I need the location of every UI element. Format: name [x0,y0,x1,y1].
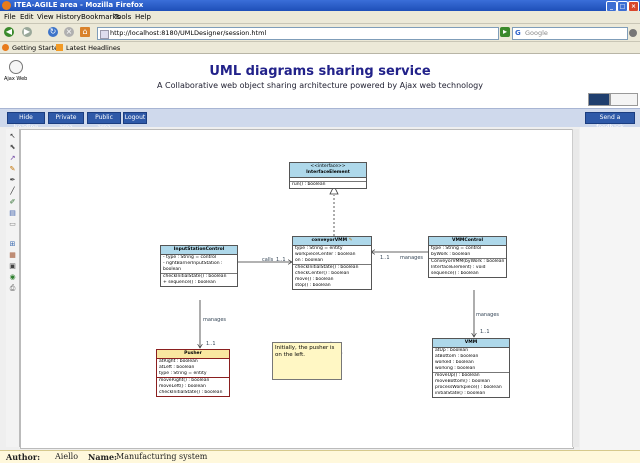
search-input[interactable]: G Google [512,27,628,40]
author-label: Author: [6,452,41,462]
class-vmm-control[interactable]: VMMControl type : String = control byWor… [428,236,507,278]
author-value: Aiello [55,452,79,461]
hide-heading-button[interactable]: Hide heading [7,112,45,131]
private-area-button[interactable]: Private area [48,112,84,131]
attribute-section: atRight : boolean atLeft : boolean type … [157,359,229,378]
stop-icon[interactable]: × [64,27,74,37]
name-value: Manufacturing system [116,452,208,461]
bookmarks-bar: Getting Started Latest Headlines [0,42,640,54]
operation-section: moveRight() : boolean moveLeft() : boole… [159,378,223,395]
send-feedback-button[interactable]: Send a feedback [585,112,635,131]
class-header: VMMControl [429,237,506,246]
right-margin [580,127,640,450]
menu-history[interactable]: History [56,13,81,21]
manages-label-pusher: manages [203,317,227,323]
logout-button[interactable]: Logout [123,112,147,124]
note-tool-icon[interactable]: ▭ [8,220,17,229]
menu-edit[interactable]: Edit [20,13,34,21]
url-bar[interactable]: http://localhost:8180/UMLDesigner/sessio… [97,27,499,40]
rss-icon [56,44,63,51]
search-submit-icon[interactable] [629,29,637,37]
class-header: InputStationControl [161,246,237,255]
google-icon: G [515,29,521,37]
pen-tool-icon[interactable]: ✒ [8,176,17,185]
calls-multiplicity: 1..1 [276,257,286,263]
public-area-button[interactable]: Public area [87,112,121,131]
operation-section: run() : boolean [292,182,326,187]
manages-multiplicity-pusher: 1..1 [206,341,216,347]
window-title: ITEA-AGILE area - Mozilla Firefox [14,1,144,9]
manages-multiplicity-vmm: 1..1 [480,329,490,335]
chart-tool-icon[interactable]: ▦ [8,251,17,260]
manages-multiplicity-conveyor: 1..1 [380,255,390,261]
operation-section: moveUp() : boolean moveBottom() : boolea… [435,373,502,396]
class-pusher[interactable]: Pusher atRight : boolean atLeft : boolea… [156,349,230,397]
navigation-toolbar: ◀ ▶ ↻ × ⌂ http://localhost:8180/UMLDesig… [0,24,640,42]
forward-icon[interactable]: ▶ [22,27,32,37]
url-text: http://localhost:8180/UMLDesigner/sessio… [110,29,267,37]
operation-section: checkInitialState() : boolean + sequence… [163,274,227,285]
name-label: Name: [88,452,118,462]
firefox-icon [2,1,11,10]
edit-icon[interactable]: ✎ [349,238,353,243]
pointer-tool-icon[interactable]: ⬉ [8,143,17,152]
class-interface-element[interactable]: <<interface>> InterfaceElement run() : b… [289,162,367,189]
sync-tool-icon[interactable]: ◉ [8,273,17,282]
page-icon [100,30,109,39]
manages-label-conveyor: manages [400,255,424,261]
print-tool-icon[interactable]: ⎙ [8,284,17,293]
getting-started-icon [2,44,9,51]
page-footer: Author: Aiello Name: Manufacturing syste… [0,450,640,463]
class-tool-icon[interactable]: ▤ [8,209,17,218]
page-subtitle: A Collaborative web object sharing archi… [157,81,483,90]
line-tool-icon[interactable]: ╱ [8,187,17,196]
menu-help[interactable]: Help [135,13,151,21]
attribute-section: type : String = control byWork : boolean [429,246,506,259]
partner-logo-right [610,93,638,106]
arrow-tool-icon[interactable]: ↗ [8,154,17,163]
partner-logo-left [588,93,610,106]
class-header: conveyorVMM ✎ [293,237,371,246]
menu-bar: File Edit View History Bookmarks Tools H… [0,11,640,24]
back-icon[interactable]: ◀ [4,27,14,37]
search-placeholder: Google [525,29,548,37]
brush-tool-icon[interactable]: ✐ [8,198,17,207]
select-tool-icon[interactable]: ↖ [8,132,17,141]
class-conveyor-vmm[interactable]: conveyorVMM ✎ type : String = entity wor… [292,236,372,290]
bookmark-getting-started[interactable]: Getting Started [12,44,62,52]
reload-icon[interactable]: ↻ [48,27,58,37]
operation-section: checkInitialState() : boolean checkCente… [295,265,359,288]
class-vmm[interactable]: VMM atUp : boolean atBottom : boolean wo… [432,338,510,398]
operation-section: ConveyorVMM(byWork : boolean, conveyorVM… [431,259,504,276]
class-header: VMM [433,339,509,348]
bookmark-latest-headlines[interactable]: Latest Headlines [66,44,120,52]
page-title: UML diagrams sharing service [209,64,431,79]
class-input-station-control[interactable]: InputStationControl - type : String = co… [160,245,238,287]
manages-label-vmm: manages [476,312,500,318]
window-titlebar: ITEA-AGILE area - Mozilla Firefox _ □ × [0,0,640,12]
attribute-section: - type : String = control - rightBarrier… [161,255,237,274]
pencil-tool-icon[interactable]: ✎ [8,165,17,174]
home-icon[interactable]: ⌂ [80,27,90,37]
calls-label: calls [262,257,274,263]
zoom-tool-icon[interactable]: ⊞ [8,240,17,249]
vertical-scrollbar[interactable] [572,129,579,447]
attribute-section: atUp : boolean atBottom : boolean worked… [433,348,509,373]
menu-tools[interactable]: Tools [114,13,131,21]
attribute-section: type : String = entity workpieceCenter :… [293,246,371,265]
class-header: <<interface>> InterfaceElement [290,163,366,178]
diagram-note[interactable]: Initially, the pusher is on the left. [272,342,342,380]
go-icon[interactable]: ▸ [500,27,510,37]
save-tool-icon[interactable]: ▣ [8,262,17,271]
tool-palette: ↖ ⬉ ↗ ✎ ✒ ╱ ✐ ▤ ▭ ⊞ ▦ ▣ ◉ ⎙ [6,129,20,447]
menu-file[interactable]: File [4,13,16,21]
action-bar: Hide heading Private area Public area Lo… [0,108,640,131]
class-header: Pusher [157,350,229,359]
menu-view[interactable]: View [37,13,54,21]
